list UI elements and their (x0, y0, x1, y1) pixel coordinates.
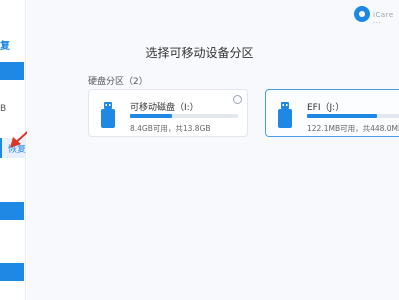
page-title: 选择可移动设备分区 (145, 46, 254, 60)
drive-usage-bar (307, 114, 399, 118)
sidebar-item-2[interactable] (0, 202, 24, 220)
usb-drive-icon (278, 102, 292, 128)
sidebar-item-1[interactable] (0, 62, 24, 80)
drive-usage-fill (130, 114, 173, 118)
drive-name: 可移动磁盘（I:） (130, 103, 199, 113)
section-label: 硬盘分区（2） (88, 77, 148, 87)
radio-unselected-icon[interactable] (233, 95, 242, 104)
drive-card-removable[interactable]: 可移动磁盘（I:） 8.4GB可用，共13.8GB (88, 89, 248, 137)
app-title: iCare ··· (373, 11, 394, 27)
drive-size: 122.1MB可用，共448.0MB (307, 124, 399, 133)
usb-drive-icon (101, 102, 115, 128)
drive-name: EFI（J:） (307, 103, 345, 113)
drive-usage-bar (130, 114, 238, 118)
drive-usage-fill (307, 114, 378, 118)
drive-card-efi[interactable]: EFI（J:） 122.1MB可用，共448.0MB (265, 89, 399, 137)
app-logo-icon (354, 6, 370, 22)
sidebar-item-3[interactable] (0, 263, 24, 281)
drive-size: 8.4GB可用，共13.8GB (130, 124, 211, 133)
